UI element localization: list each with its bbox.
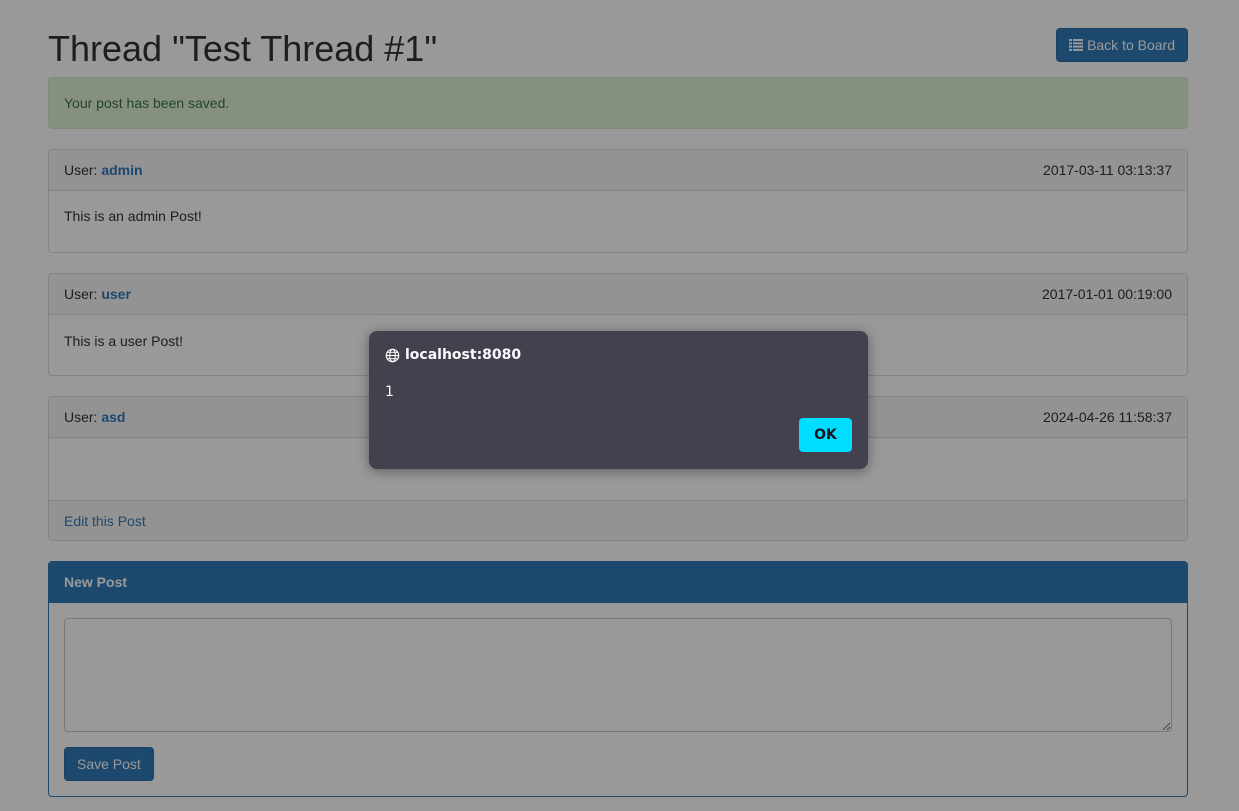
globe-icon <box>385 348 400 362</box>
ok-button[interactable]: OK <box>799 418 852 452</box>
dialog-message: 1 <box>385 384 394 400</box>
page: Thread "Test Thread #1" Back to Board Yo… <box>0 0 1239 811</box>
alert-dialog: localhost:8080 1 OK <box>369 331 868 469</box>
dialog-origin: localhost:8080 <box>385 347 521 363</box>
dialog-origin-text: localhost:8080 <box>405 347 522 363</box>
